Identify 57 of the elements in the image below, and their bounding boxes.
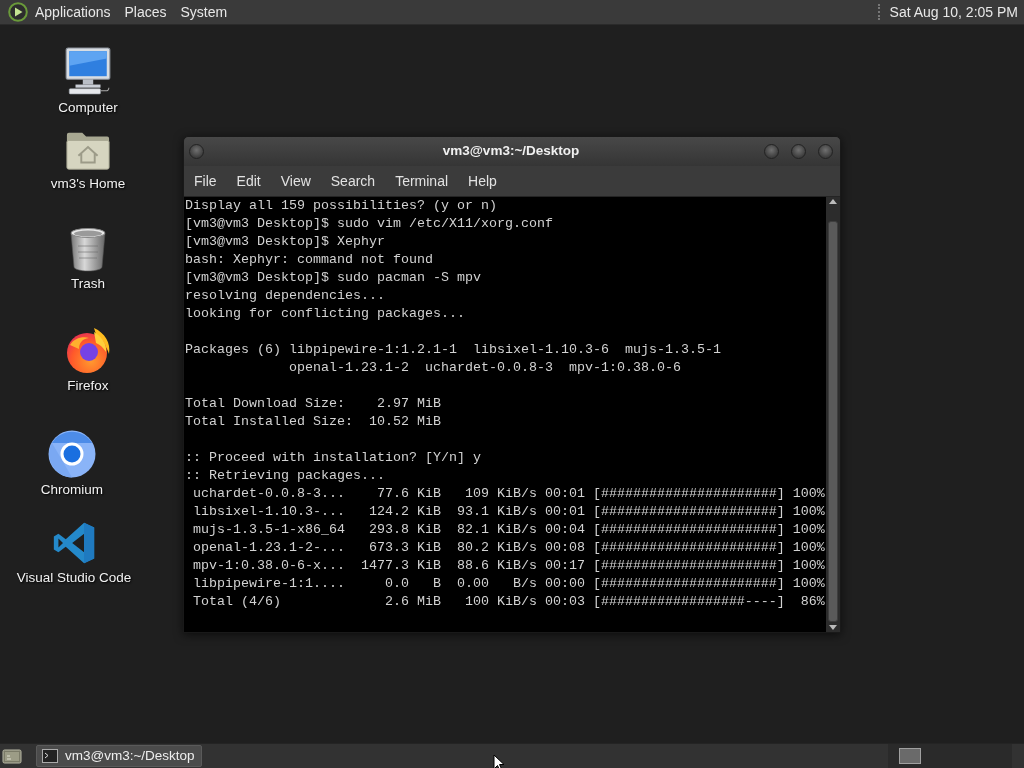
menu-item[interactable]: Help xyxy=(458,171,507,191)
scrollbar[interactable] xyxy=(826,197,840,632)
terminal-line: mujs-1.3.5-1-x86_64 293.8 KiB 82.1 KiB/s 00:04 [######################] 100% xyxy=(192,521,826,539)
panel-menu[interactable]: System xyxy=(173,2,235,22)
window-title: vm3@vm3:~/Desktop xyxy=(442,142,580,161)
ribbon-logo-icon[interactable] xyxy=(52,520,96,566)
terminal-line: [vm3@vm3 Desktop]$ sudo pacman -S mpv xyxy=(185,269,482,287)
menu-item[interactable]: Edit xyxy=(226,171,271,191)
taskbar-button[interactable]: vm3@vm3:~/Desktop xyxy=(36,745,202,767)
show-desktop-icon[interactable] xyxy=(2,747,22,765)
workspace-switcher[interactable] xyxy=(888,744,1012,768)
terminal-line: uchardet-0.0.8-3... 77.6 KiB 109 KiB/s 00:01 [######################] 100% xyxy=(192,485,826,503)
terminal-line: mpv-1:0.38.0-6-x... 1477.3 KiB 88.6 KiB/s 00:17 [######################] 100% xyxy=(192,557,826,575)
window-thumbnail-icon xyxy=(899,748,921,764)
ring-logo-icon[interactable] xyxy=(48,430,96,478)
panel-menu[interactable]: Applications xyxy=(28,2,118,22)
window-menu-button[interactable] xyxy=(189,144,204,159)
scrollbar-thumb[interactable] xyxy=(828,221,838,622)
close-button[interactable] xyxy=(818,144,833,159)
scroll-up-arrow-icon[interactable] xyxy=(829,199,837,204)
desktop-icon-label[interactable]: Trash xyxy=(71,276,105,291)
terminal-line: openal-1.23.1-2 uchardet-0.0.8-3 mpv-1:0.38.0-6 xyxy=(287,359,682,377)
terminal-line: Total Installed Size: 10.52 MiB xyxy=(185,413,442,431)
clock-text[interactable]: Sat Aug 10, 2:05 PM xyxy=(889,2,1020,22)
menu-item[interactable]: View xyxy=(270,171,321,191)
terminal-line: [vm3@vm3 Desktop]$ sudo vim /etc/X11/xorg.conf xyxy=(185,215,554,233)
mouse-pointer-icon xyxy=(493,754,505,768)
terminal-line: openal-1.23.1-2-... 673.3 KiB 80.2 KiB/s 00:08 [######################] 100% xyxy=(192,539,826,557)
terminal-line: :: Proceed with installation? [Y/n] y xyxy=(185,449,482,467)
trash-icon[interactable] xyxy=(68,226,108,272)
terminal-line: Total Download Size: 2.97 MiB xyxy=(185,395,442,413)
terminal-icon xyxy=(42,749,58,763)
play-circle-icon[interactable] xyxy=(8,2,28,22)
monitor-icon[interactable] xyxy=(63,46,113,96)
desktop-icon-label[interactable]: vm3's Home xyxy=(50,176,126,191)
panel-menu[interactable]: Places xyxy=(117,2,174,22)
terminal-line: resolving dependencies... xyxy=(185,287,386,305)
scroll-down-arrow-icon[interactable] xyxy=(829,625,837,630)
menu-item[interactable]: File xyxy=(184,171,227,191)
terminal-line: Display all 159 possibilities? (y or n) xyxy=(185,197,498,215)
desktop-icon-label[interactable]: Visual Studio Code xyxy=(16,570,132,585)
menu-item[interactable]: Terminal xyxy=(385,171,459,191)
terminal-line: [vm3@vm3 Desktop]$ Xephyr xyxy=(185,233,386,251)
terminal-line: looking for conflicting packages... xyxy=(185,305,466,323)
minimize-button[interactable] xyxy=(764,144,779,159)
desktop-icon-label[interactable]: Chromium xyxy=(40,482,104,497)
desktop-icon-label[interactable]: Computer xyxy=(58,100,118,115)
flame-globe-icon[interactable] xyxy=(64,326,112,374)
menu-item[interactable]: Search xyxy=(320,171,386,191)
terminal-line: Packages (6) libpipewire-1:1.2.1-1 libsixel-1.10.3-6 mujs-1.3.5-1 xyxy=(185,341,722,359)
terminal-line: :: Retrieving packages... xyxy=(185,467,386,485)
terminal-line: libpipewire-1:1.... 0.0 B 0.00 B/s 00:00 [######################] 100% xyxy=(192,575,826,593)
terminal-line: Total (4/6) 2.6 MiB 100 KiB/s 00:03 [##################----] 86% xyxy=(192,593,826,611)
maximize-button[interactable] xyxy=(791,144,806,159)
terminal-line: libsixel-1.10.3-... 124.2 KiB 93.1 KiB/s 00:01 [######################] 100% xyxy=(192,503,826,521)
terminal-line: bash: Xephyr: command not found xyxy=(185,251,434,269)
desktop-icon-label[interactable]: Firefox xyxy=(67,378,109,393)
